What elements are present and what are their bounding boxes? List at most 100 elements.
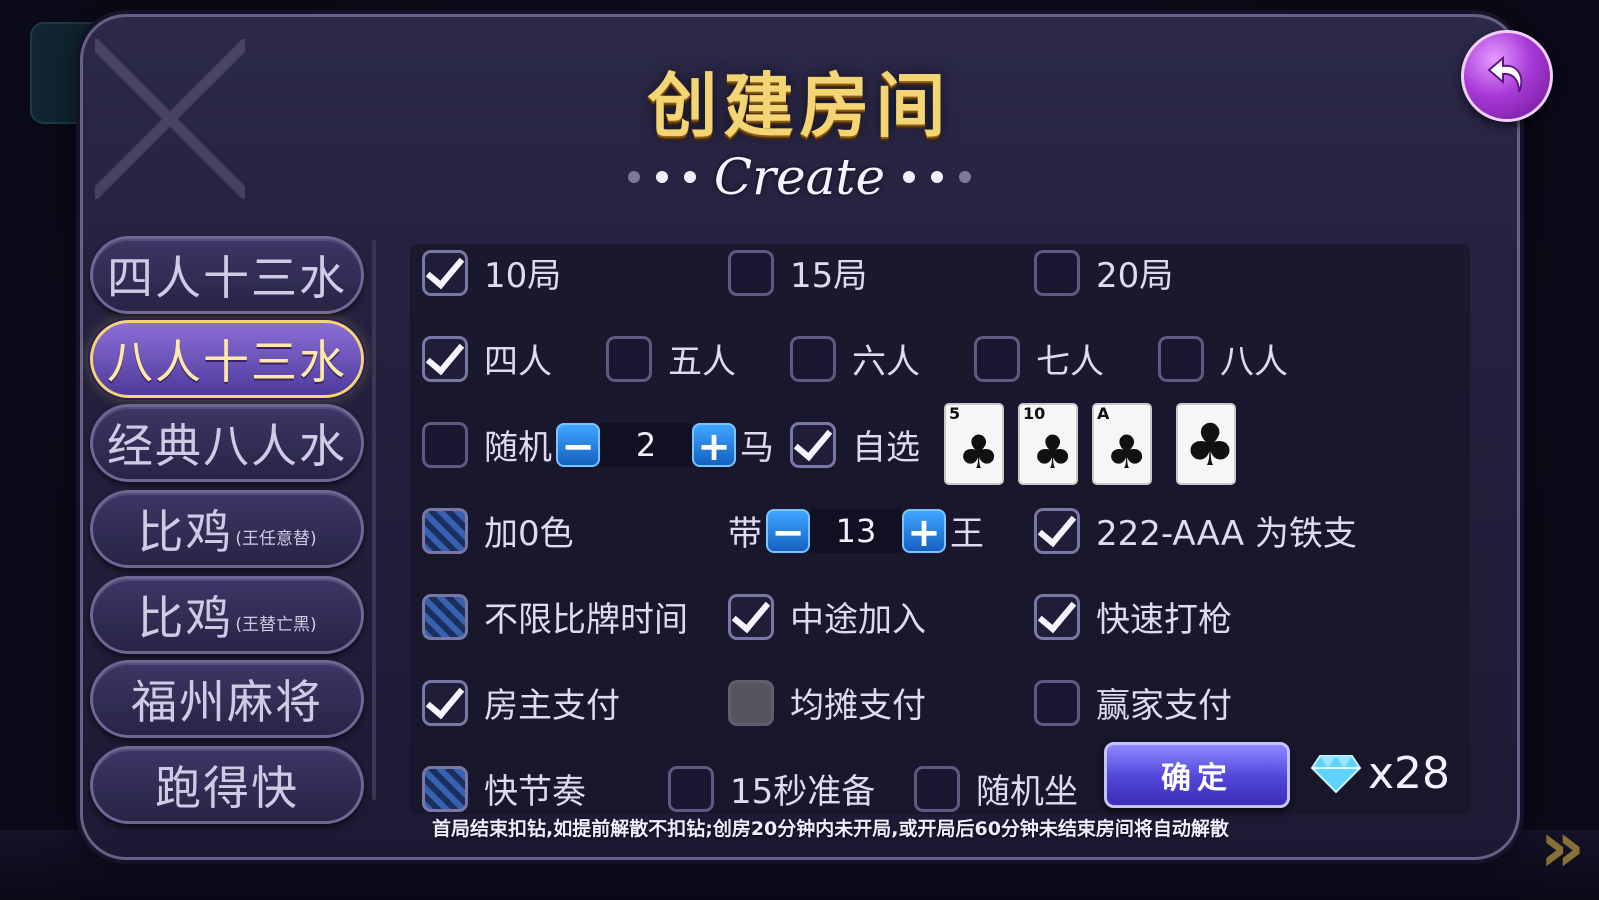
horse-suit-selector[interactable]: ♣	[1176, 403, 1236, 485]
clubs-icon: ♣	[1032, 425, 1074, 479]
horse-card-a-clubs[interactable]: A ♣	[1092, 403, 1152, 485]
option-fast-pace[interactable]: 快节奏	[422, 764, 586, 813]
option-label: 随机	[484, 428, 552, 468]
decrement-button[interactable]: −	[766, 508, 810, 555]
checkbox[interactable]	[422, 679, 468, 726]
option-label: 15局	[790, 256, 868, 296]
option-label: 快速打枪	[1096, 600, 1232, 640]
checkbox[interactable]	[728, 249, 774, 296]
option-fast-shoot[interactable]: 快速打枪	[1034, 592, 1232, 641]
sidebar-item-biji-black[interactable]: 比鸡 (王替亡黑)	[90, 576, 364, 654]
option-label: 15秒准备	[730, 772, 876, 812]
sidebar-item-note: (王替亡黑)	[235, 614, 317, 635]
option-add-colors[interactable]: 加0色	[422, 506, 574, 555]
jokers-count-value: 13	[810, 508, 902, 553]
checkbox[interactable]	[606, 335, 652, 382]
checkbox[interactable]	[728, 593, 774, 640]
checkbox[interactable]	[728, 679, 774, 726]
horse-card-5-clubs[interactable]: 5 ♣	[944, 403, 1004, 485]
option-label: 不限比牌时间	[484, 600, 688, 640]
option-players-5[interactable]: 五人	[606, 334, 736, 383]
checkbox[interactable]	[422, 507, 468, 554]
option-jokers: 带 − 13 + 王	[728, 506, 984, 555]
dissolve-notice: 首局结束扣钻,如提前解散不扣钻;创房20分钟内未开局,或开局后60分钟未结束房间…	[432, 818, 1229, 840]
jokers-count-stepper: − 13 +	[766, 508, 946, 555]
sidebar-item-label: 比鸡	[137, 591, 234, 645]
checkbox[interactable]	[1034, 593, 1080, 640]
sidebar-item-classic-eight[interactable]: 经典八人水	[90, 404, 364, 482]
checkbox[interactable]	[1034, 507, 1080, 554]
checkbox[interactable]	[422, 249, 468, 296]
sidebar-item-label: 四人十三水	[107, 251, 347, 305]
sidebar-item-note: (王任意替)	[235, 528, 317, 549]
option-label: 快节奏	[484, 772, 586, 812]
option-label: 中途加入	[790, 600, 926, 640]
option-pay-owner[interactable]: 房主支付	[422, 678, 620, 727]
dialog-subtitle: Create	[713, 148, 886, 206]
option-players-4[interactable]: 四人	[422, 334, 552, 383]
option-rounds-15[interactable]: 15局	[728, 248, 867, 297]
option-players-6[interactable]: 六人	[790, 334, 920, 383]
checkbox[interactable]	[1158, 335, 1204, 382]
checkbox[interactable]	[1034, 679, 1080, 726]
clubs-icon: ♣	[958, 425, 1000, 479]
sidebar-item-eight-player-13[interactable]: 八人十三水	[90, 320, 364, 398]
option-label: 房主支付	[484, 686, 620, 726]
confirm-button[interactable]: 确定	[1104, 742, 1290, 808]
checkbox[interactable]	[790, 421, 836, 468]
sidebar-item-pao-de-kuai[interactable]: 跑得快	[90, 746, 364, 824]
checkbox[interactable]	[1034, 249, 1080, 296]
option-label: 加0色	[484, 514, 574, 554]
horse-count-value: 2	[600, 422, 692, 467]
sidebar-item-label: 福州麻将	[131, 675, 323, 729]
card-rank: 10	[1023, 404, 1046, 423]
clubs-icon: ♣	[1106, 425, 1148, 479]
clubs-icon: ♣	[1184, 411, 1236, 479]
decrement-button[interactable]: −	[556, 422, 600, 469]
option-label: 七人	[1036, 342, 1104, 382]
option-label: 随机坐	[976, 772, 1078, 812]
option-horse-custom[interactable]: 自选	[790, 420, 920, 469]
sidebar-item-label: 跑得快	[155, 761, 299, 815]
option-players-8[interactable]: 八人	[1158, 334, 1288, 383]
checkbox[interactable]	[914, 765, 960, 812]
diamond-icon	[1310, 754, 1362, 793]
card-rank: 5	[949, 404, 961, 423]
sidebar-item-biji-any[interactable]: 比鸡 (王任意替)	[90, 490, 364, 568]
sidebar-item-fuzhou-mahjong[interactable]: 福州麻将	[90, 660, 364, 738]
option-rounds-20[interactable]: 20局	[1034, 248, 1173, 297]
option-pay-winner[interactable]: 赢家支付	[1034, 678, 1232, 727]
increment-button[interactable]: +	[692, 422, 736, 469]
option-label: 222-AAA 为铁支	[1096, 514, 1357, 554]
checkbox[interactable]	[668, 765, 714, 812]
jokers-prefix: 带	[728, 514, 762, 554]
option-iron-branch[interactable]: 222-AAA 为铁支	[1034, 506, 1357, 555]
checkbox[interactable]	[422, 593, 468, 640]
checkbox[interactable]	[422, 765, 468, 812]
room-cost: x28	[1310, 748, 1450, 799]
option-rounds-10[interactable]: 10局	[422, 248, 561, 297]
checkbox[interactable]	[422, 421, 468, 468]
horse-card-10-clubs[interactable]: 10 ♣	[1018, 403, 1078, 485]
sidebar-item-four-player-13[interactable]: 四人十三水	[90, 236, 364, 314]
option-label: 均摊支付	[790, 686, 926, 726]
option-label: 六人	[852, 342, 920, 382]
horse-count-stepper: − 2 +	[556, 422, 736, 469]
option-join-midway[interactable]: 中途加入	[728, 592, 926, 641]
option-pay-split[interactable]: 均摊支付	[728, 678, 926, 727]
checkbox[interactable]	[422, 335, 468, 382]
horse-suffix: 马	[740, 428, 774, 468]
option-ready-15s[interactable]: 15秒准备	[668, 764, 875, 813]
increment-button[interactable]: +	[902, 508, 946, 555]
dialog-title: 创建房间	[647, 65, 952, 147]
sidebar-divider	[372, 240, 376, 800]
option-horse-random[interactable]: 随机 − 2 + 马	[422, 420, 774, 469]
option-random-seat[interactable]: 随机坐	[914, 764, 1078, 813]
option-players-7[interactable]: 七人	[974, 334, 1104, 383]
checkbox[interactable]	[974, 335, 1020, 382]
sidebar-item-label: 经典八人水	[107, 419, 347, 473]
option-label: 赢家支付	[1096, 686, 1232, 726]
option-unlimited-time[interactable]: 不限比牌时间	[422, 592, 688, 641]
back-button[interactable]	[1461, 30, 1553, 122]
checkbox[interactable]	[790, 335, 836, 382]
